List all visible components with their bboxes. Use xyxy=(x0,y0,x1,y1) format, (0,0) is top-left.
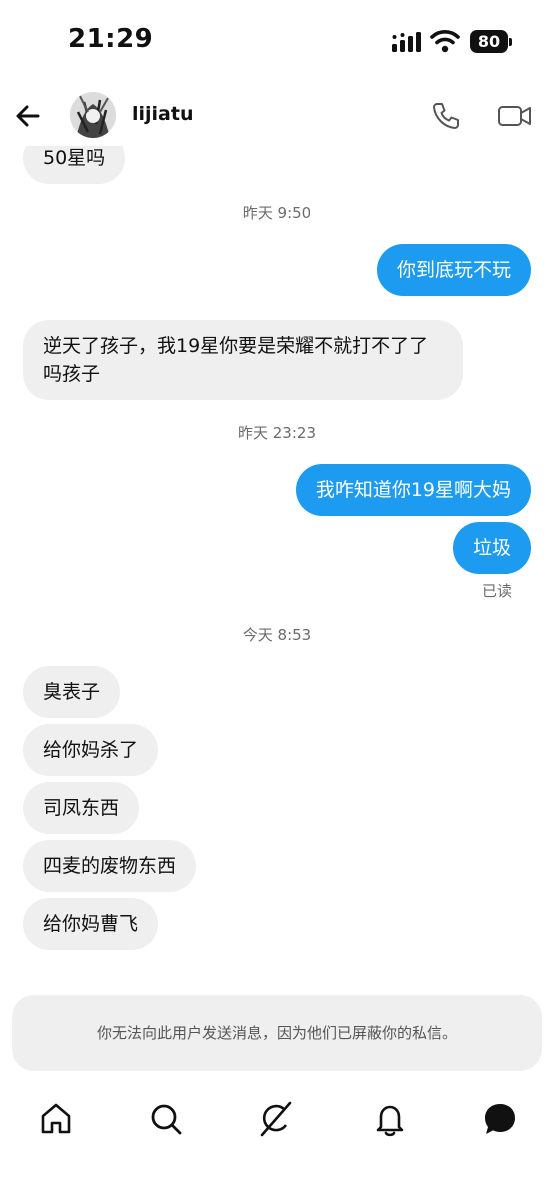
video-call-icon[interactable] xyxy=(496,98,534,134)
message-bubble-incoming[interactable]: 臭表子 xyxy=(23,666,121,718)
message-list[interactable]: 50星吗 昨天 9:50 你到底玩不玩 逆天了孩子，我19星你要是荣耀不就打不了… xyxy=(0,146,554,986)
message-timestamp: 昨天 23:23 xyxy=(238,424,316,442)
read-receipt: 已读 xyxy=(481,582,512,600)
message-timestamp: 昨天 9:50 xyxy=(242,204,312,222)
notifications-icon[interactable] xyxy=(370,1099,410,1139)
battery-level: 80 xyxy=(470,30,508,53)
battery-icon: 80 xyxy=(470,30,512,53)
home-icon[interactable] xyxy=(36,1099,76,1139)
message-bubble-incoming[interactable]: 逆天了孩子，我19星你要是荣耀不就打不了了吗孩子 xyxy=(23,320,463,400)
back-arrow-icon[interactable] xyxy=(10,98,46,134)
message-bubble-incoming[interactable]: 给你妈杀了 xyxy=(23,724,159,776)
phone-icon[interactable] xyxy=(428,98,464,134)
blocked-notice: 你无法向此用户发送消息，因为他们已屏蔽你的私信。 xyxy=(12,995,542,1071)
search-icon[interactable] xyxy=(146,1099,186,1139)
message-bubble-incoming[interactable]: 给你妈曹飞 xyxy=(23,898,159,950)
status-bar: 21:29 80 xyxy=(0,0,554,84)
wifi-icon xyxy=(430,30,460,53)
message-bubble-outgoing[interactable]: 垃圾 xyxy=(452,522,531,574)
grok-icon[interactable] xyxy=(256,1099,296,1139)
username[interactable]: lijiatu xyxy=(132,103,193,125)
message-bubble-incoming[interactable]: 四麦的废物东西 xyxy=(23,840,197,892)
message-bubble-outgoing[interactable]: 你到底玩不玩 xyxy=(376,244,531,296)
signal-icon xyxy=(392,32,421,52)
message-bubble-outgoing[interactable]: 我咋知道你19星啊大妈 xyxy=(295,464,531,516)
dm-conversation-screen: 21:29 80 lijiatu 50星吗 昨天 9:50 你到底玩不玩 逆天了… xyxy=(0,0,554,1200)
messages-icon[interactable] xyxy=(480,1099,520,1139)
avatar[interactable] xyxy=(70,92,116,138)
message-timestamp: 今天 8:53 xyxy=(242,626,312,644)
status-time: 21:29 xyxy=(68,24,154,54)
message-bubble-incoming[interactable]: 50星吗 xyxy=(23,146,126,184)
message-bubble-incoming[interactable]: 司凤东西 xyxy=(23,782,140,834)
avatar-image xyxy=(70,92,116,138)
bottom-nav xyxy=(0,1085,554,1155)
conversation-header: lijiatu xyxy=(0,84,554,146)
